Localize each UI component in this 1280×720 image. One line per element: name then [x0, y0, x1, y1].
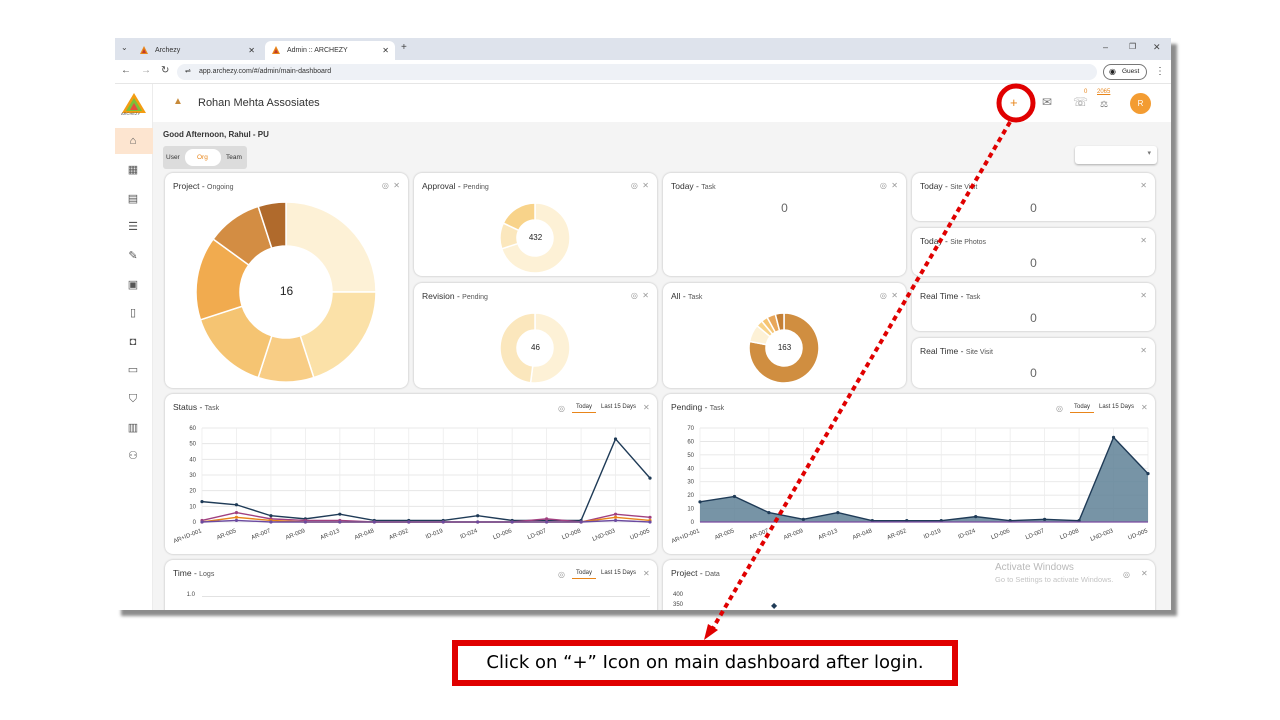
annotation-arrow: [711, 120, 1012, 630]
instruction-callout: Click on “+” Icon on main dashboard afte…: [452, 640, 958, 686]
arrow-head: [704, 624, 718, 640]
annotation-overlay: [704, 83, 1036, 640]
highlight-circle: [996, 83, 1036, 123]
